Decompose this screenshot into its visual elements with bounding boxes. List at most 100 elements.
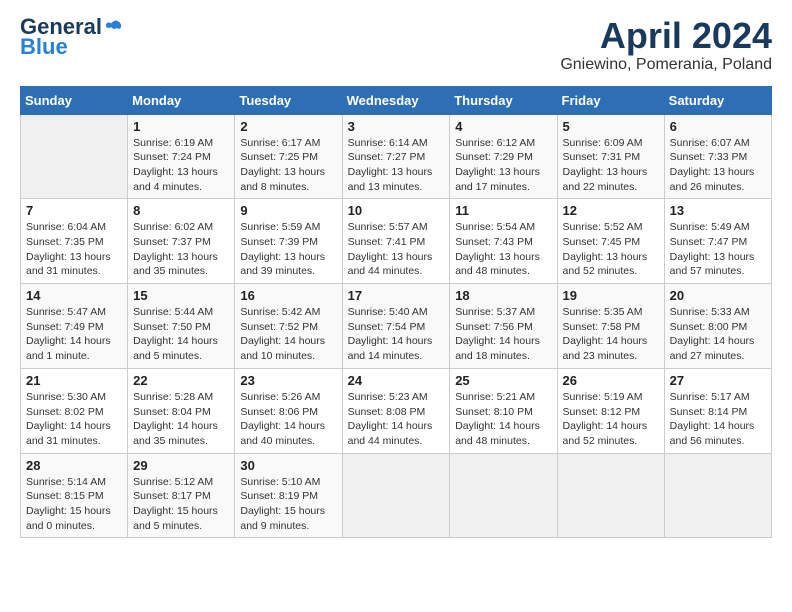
calendar-cell: 6Sunrise: 6:07 AMSunset: 7:33 PMDaylight… [664,114,771,199]
month-title: April 2024 [560,16,772,56]
day-number: 23 [240,373,336,388]
day-info: Sunrise: 5:49 AMSunset: 7:47 PMDaylight:… [670,220,766,279]
calendar-cell: 9 Sunrise: 5:59 AMSunset: 7:39 PMDaylight… [235,199,342,284]
calendar-cell: 5 Sunrise: 6:09 AMSunset: 7:31 PMDaylight… [557,114,664,199]
day-number: 22 [133,373,229,388]
weekday-header-tuesday: Tuesday [235,86,342,114]
day-info: Sunrise: 5:42 AMSunset: 7:52 PMDaylight:… [240,305,336,364]
weekday-header-sunday: Sunday [21,86,128,114]
day-number: 5 [563,119,659,134]
weekday-header-thursday: Thursday [450,86,557,114]
calendar-cell: 29 Sunrise: 5:12 AMSunset: 8:17 PMDayligh… [128,453,235,538]
calendar-cell: 25 Sunrise: 5:21 AMSunset: 8:10 PMDayligh… [450,368,557,453]
day-info: Sunrise: 5:28 AMSunset: 8:04 PMDaylight:… [133,390,229,449]
day-info: Sunrise: 6:09 AMSunset: 7:31 PMDaylight:… [563,136,659,195]
day-number: 30 [240,458,336,473]
day-number: 1 [133,119,229,134]
calendar-cell: 28 Sunrise: 5:14 AMSunset: 8:15 PMDayligh… [21,453,128,538]
weekday-header-saturday: Saturday [664,86,771,114]
day-info: Sunrise: 5:37 AMSunset: 7:56 PMDaylight:… [455,305,551,364]
day-number: 14 [26,288,122,303]
calendar-cell: 10 Sunrise: 5:57 AMSunset: 7:41 PMDayligh… [342,199,450,284]
calendar-cell: 13 Sunrise: 5:49 AMSunset: 7:47 PMDayligh… [664,199,771,284]
day-info: Sunrise: 5:52 AMSunset: 7:45 PMDaylight:… [563,220,659,279]
day-number: 21 [26,373,122,388]
calendar-cell: 20 Sunrise: 5:33 AMSunset: 8:00 PMDayligh… [664,284,771,369]
day-number: 24 [348,373,445,388]
day-info: Sunrise: 5:33 AMSunset: 8:00 PMDaylight:… [670,305,766,364]
day-number: 9 [240,203,336,218]
day-info: Sunrise: 5:44 AMSunset: 7:50 PMDaylight:… [133,305,229,364]
calendar-cell [557,453,664,538]
day-info: Sunrise: 6:14 AMSunset: 7:27 PMDaylight:… [348,136,445,195]
calendar-cell: 7 Sunrise: 6:04 AMSunset: 7:35 PMDaylight… [21,199,128,284]
calendar-table: SundayMondayTuesdayWednesdayThursdayFrid… [20,86,772,539]
calendar-cell: 30 Sunrise: 5:10 AMSunset: 8:19 PMDayligh… [235,453,342,538]
day-number: 4 [455,119,551,134]
week-row-5: 28 Sunrise: 5:14 AMSunset: 8:15 PMDayligh… [21,453,772,538]
calendar-cell: 27Sunrise: 5:17 AMSunset: 8:14 PMDayligh… [664,368,771,453]
logo: General Blue [20,16,122,60]
day-info: Sunrise: 6:04 AMSunset: 7:35 PMDaylight:… [26,220,122,279]
day-number: 12 [563,203,659,218]
calendar-cell: 19 Sunrise: 5:35 AMSunset: 7:58 PMDayligh… [557,284,664,369]
day-number: 27 [670,373,766,388]
day-info: Sunrise: 5:10 AMSunset: 8:19 PMDaylight:… [240,475,336,534]
day-info: Sunrise: 5:12 AMSunset: 8:17 PMDaylight:… [133,475,229,534]
calendar-cell: 21 Sunrise: 5:30 AMSunset: 8:02 PMDayligh… [21,368,128,453]
calendar-cell [450,453,557,538]
weekday-header-row: SundayMondayTuesdayWednesdayThursdayFrid… [21,86,772,114]
calendar-cell: 12 Sunrise: 5:52 AMSunset: 7:45 PMDayligh… [557,199,664,284]
day-number: 6 [670,119,766,134]
calendar-cell: 18Sunrise: 5:37 AMSunset: 7:56 PMDayligh… [450,284,557,369]
week-row-3: 14 Sunrise: 5:47 AMSunset: 7:49 PMDayligh… [21,284,772,369]
logo-bird-icon [104,18,122,36]
day-number: 29 [133,458,229,473]
day-number: 20 [670,288,766,303]
calendar-cell: 16 Sunrise: 5:42 AMSunset: 7:52 PMDayligh… [235,284,342,369]
calendar-cell: 3 Sunrise: 6:14 AMSunset: 7:27 PMDaylight… [342,114,450,199]
title-area: April 2024 Gniewino, Pomerania, Poland [560,16,772,74]
day-info: Sunrise: 5:21 AMSunset: 8:10 PMDaylight:… [455,390,551,449]
day-info: Sunrise: 5:19 AMSunset: 8:12 PMDaylight:… [563,390,659,449]
calendar-cell: 14 Sunrise: 5:47 AMSunset: 7:49 PMDayligh… [21,284,128,369]
day-number: 10 [348,203,445,218]
day-info: Sunrise: 5:30 AMSunset: 8:02 PMDaylight:… [26,390,122,449]
day-number: 28 [26,458,122,473]
week-row-2: 7 Sunrise: 6:04 AMSunset: 7:35 PMDaylight… [21,199,772,284]
week-row-4: 21 Sunrise: 5:30 AMSunset: 8:02 PMDayligh… [21,368,772,453]
day-number: 26 [563,373,659,388]
weekday-header-friday: Friday [557,86,664,114]
day-number: 3 [348,119,445,134]
day-info: Sunrise: 5:47 AMSunset: 7:49 PMDaylight:… [26,305,122,364]
day-number: 19 [563,288,659,303]
day-number: 7 [26,203,122,218]
weekday-header-wednesday: Wednesday [342,86,450,114]
day-number: 15 [133,288,229,303]
day-info: Sunrise: 6:17 AMSunset: 7:25 PMDaylight:… [240,136,336,195]
day-info: Sunrise: 6:19 AMSunset: 7:24 PMDaylight:… [133,136,229,195]
day-info: Sunrise: 5:57 AMSunset: 7:41 PMDaylight:… [348,220,445,279]
day-number: 11 [455,203,551,218]
calendar-cell: 11Sunrise: 5:54 AMSunset: 7:43 PMDayligh… [450,199,557,284]
weekday-header-monday: Monday [128,86,235,114]
day-number: 25 [455,373,551,388]
day-info: Sunrise: 5:40 AMSunset: 7:54 PMDaylight:… [348,305,445,364]
day-info: Sunrise: 5:14 AMSunset: 8:15 PMDaylight:… [26,475,122,534]
calendar-cell: 2 Sunrise: 6:17 AMSunset: 7:25 PMDaylight… [235,114,342,199]
calendar-cell: 4 Sunrise: 6:12 AMSunset: 7:29 PMDaylight… [450,114,557,199]
logo-blue-text: Blue [20,34,68,60]
week-row-1: 1 Sunrise: 6:19 AMSunset: 7:24 PMDaylight… [21,114,772,199]
header: General Blue April 2024 Gniewino, Pomera… [20,16,772,74]
calendar-cell [664,453,771,538]
day-number: 2 [240,119,336,134]
day-info: Sunrise: 5:26 AMSunset: 8:06 PMDaylight:… [240,390,336,449]
day-info: Sunrise: 5:59 AMSunset: 7:39 PMDaylight:… [240,220,336,279]
calendar-cell [342,453,450,538]
location-subtitle: Gniewino, Pomerania, Poland [560,56,772,74]
day-number: 16 [240,288,336,303]
calendar-cell: 1 Sunrise: 6:19 AMSunset: 7:24 PMDaylight… [128,114,235,199]
day-number: 13 [670,203,766,218]
day-info: Sunrise: 5:35 AMSunset: 7:58 PMDaylight:… [563,305,659,364]
day-info: Sunrise: 6:12 AMSunset: 7:29 PMDaylight:… [455,136,551,195]
